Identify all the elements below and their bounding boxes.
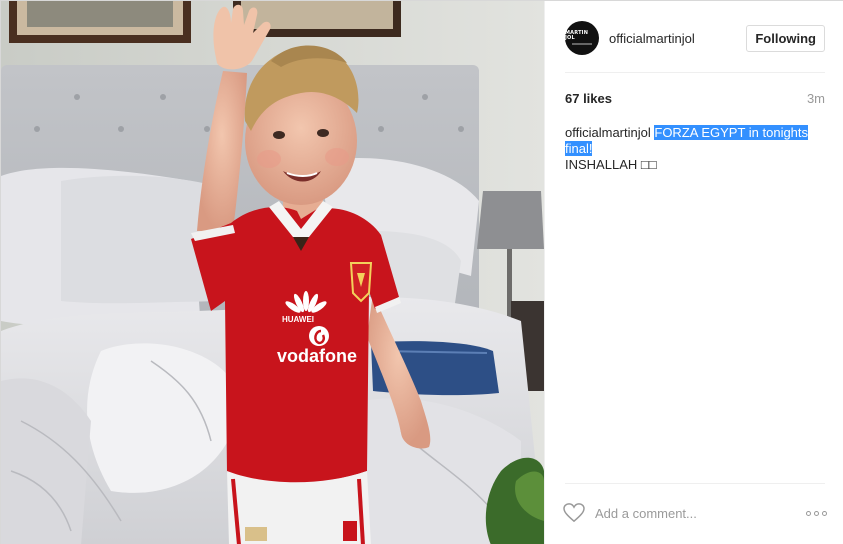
shirt-sponsor-text: vodafone xyxy=(277,346,357,366)
post-photo[interactable]: HUAWEI vodafone xyxy=(1,1,544,544)
post-side-panel: MARTIN JOL officialmartinjol Following 6… xyxy=(544,1,843,544)
post-viewer: HUAWEI vodafone MARTIN JOL officialmarti… xyxy=(0,0,843,544)
comment-bar: Add a comment... xyxy=(563,501,827,525)
photo-illustration: HUAWEI vodafone xyxy=(1,1,544,544)
avatar-text: MARTIN JOL xyxy=(565,30,589,41)
likes-count[interactable]: 67 likes xyxy=(565,91,612,106)
more-dot xyxy=(822,510,827,516)
username-link[interactable]: officialmartinjol xyxy=(609,31,695,46)
more-dot xyxy=(814,510,819,516)
caption-line-2: INSHALLAH □□ xyxy=(565,157,657,172)
comment-input[interactable]: Add a comment... xyxy=(595,506,806,521)
following-button[interactable]: Following xyxy=(746,24,825,52)
post-header: MARTIN JOL officialmartinjol Following xyxy=(565,19,825,57)
post-stats: 67 likes 3m xyxy=(565,91,825,106)
post-time[interactable]: 3m xyxy=(807,91,825,106)
more-options-icon[interactable] xyxy=(806,510,827,516)
avatar-divider xyxy=(572,43,592,45)
caption-username[interactable]: officialmartinjol xyxy=(565,125,651,140)
more-dot xyxy=(806,510,811,516)
comment-divider xyxy=(565,483,825,484)
post-caption: officialmartinjol FORZA EGYPT in tonight… xyxy=(565,125,825,173)
heart-icon[interactable] xyxy=(563,503,585,523)
shirt-brand-text: HUAWEI xyxy=(282,315,314,324)
avatar[interactable]: MARTIN JOL xyxy=(565,21,599,55)
header-divider xyxy=(565,72,825,73)
